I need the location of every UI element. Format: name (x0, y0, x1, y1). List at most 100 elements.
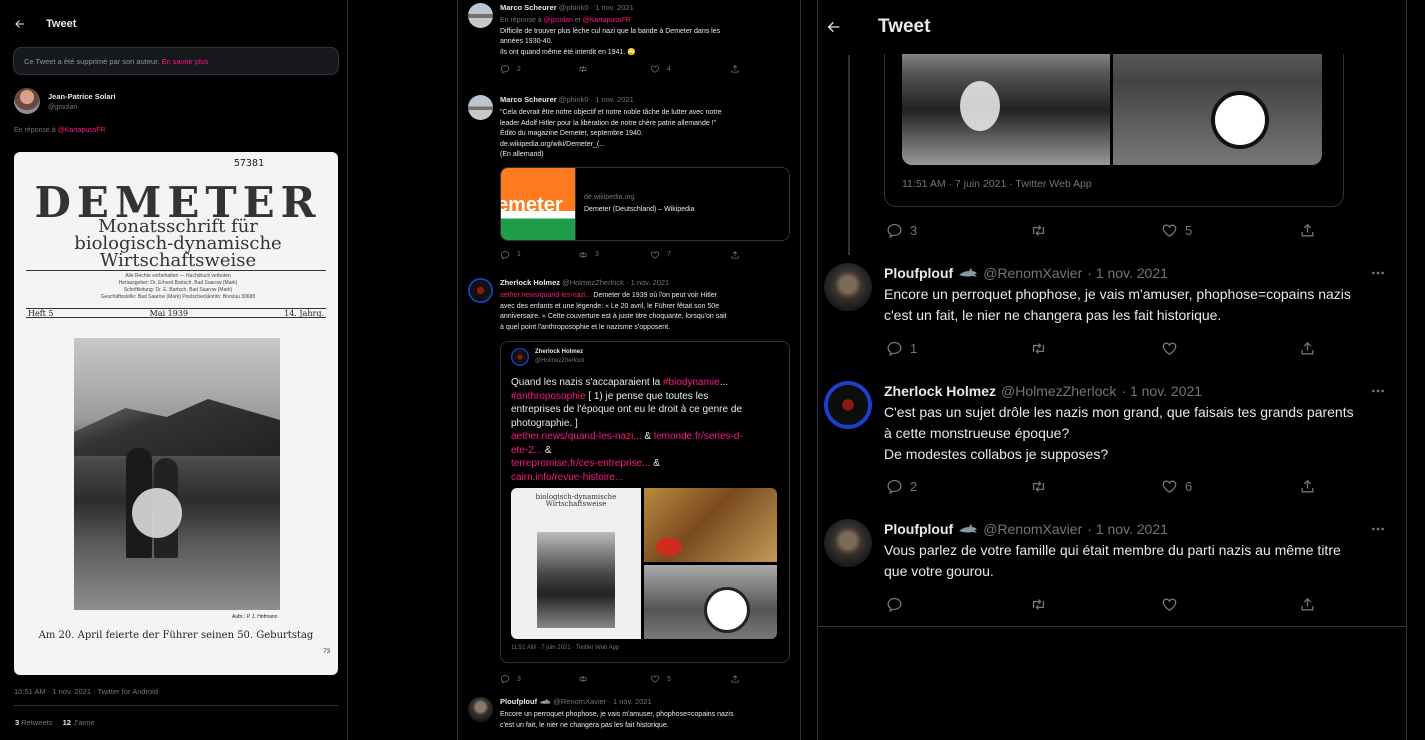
retweet-arrows-icon[interactable] (1030, 340, 1047, 357)
share-upload-icon[interactable] (1299, 340, 1316, 357)
reply-button[interactable]: 2 (886, 478, 1030, 495)
retweet-button[interactable] (1030, 478, 1161, 495)
tweet-date[interactable]: · 1 nov. 2021 (1087, 265, 1168, 281)
quoted-timestamp[interactable]: 11:51 AM · 7 juin 2021 · Twitter Web App (902, 178, 1092, 190)
reply-button[interactable] (886, 596, 1030, 613)
quoted-tweet[interactable]: Zherlock Holmez @HolmezZherlock Quand le… (500, 341, 790, 663)
retweets-count[interactable]: 3 (15, 718, 19, 727)
avatar[interactable] (468, 3, 493, 28)
retweet-arrows-icon[interactable] (1030, 478, 1047, 495)
wikipedia-link[interactable]: de.wikipedia.org/wiki/Demeter_(... (500, 140, 792, 151)
quoted-media-cover[interactable]: biologisch-dynamische Wirtschaftsweise (511, 488, 641, 639)
retweet-button[interactable] (578, 674, 650, 684)
hashtag-link[interactable]: #biodynamie (663, 377, 720, 388)
quoted-media-grid[interactable]: biologisch-dynamische Wirtschaftsweise (511, 488, 777, 639)
retweet-arrows-icon[interactable] (578, 250, 588, 260)
quoted-media-color-photo[interactable] (644, 488, 777, 562)
heart-icon[interactable] (1161, 596, 1178, 613)
tweet-date[interactable]: · 1 nov. 2021 (1121, 383, 1202, 399)
reply-mention[interactable]: @KartapussFR (583, 17, 631, 24)
quoted-media-train-photo[interactable] (644, 565, 777, 639)
quoted-author-name[interactable]: Zherlock Holmez (535, 348, 584, 357)
author-name[interactable]: Marco Scheurer (500, 3, 557, 12)
hashtag-link[interactable]: #anthroposophie (511, 391, 586, 402)
retweet-button[interactable]: 3 (578, 250, 650, 260)
like-button[interactable]: 4 (650, 64, 730, 74)
share-upload-icon[interactable] (1299, 222, 1316, 239)
share-button[interactable] (1299, 340, 1316, 357)
author-handle[interactable]: @HolmezZherlock · 1 nov. 2021 (562, 278, 669, 287)
author-name[interactable]: Marco Scheurer (500, 95, 557, 104)
tweet-date[interactable]: · 1 nov. 2021 (1087, 521, 1168, 537)
author-name[interactable]: Ploufplouf (884, 265, 953, 281)
heart-icon[interactable] (650, 674, 660, 684)
author-name[interactable]: Jean-Patrice Solari (48, 92, 116, 101)
author-name[interactable]: Ploufplouf (500, 697, 537, 706)
avatar[interactable] (468, 697, 493, 722)
speech-bubble-icon[interactable] (886, 222, 903, 239)
thread-tweet[interactable]: Marco Scheurer @phink0 · 1 nov. 2021 "Ce… (468, 95, 790, 267)
speech-bubble-icon[interactable] (500, 64, 510, 74)
reply-tweet[interactable]: Zherlock Holmez @HolmezZherlock · 1 nov.… (818, 373, 1407, 511)
share-button[interactable] (730, 64, 740, 74)
author-name[interactable]: Ploufplouf (884, 521, 953, 537)
author-name[interactable]: Zherlock Holmez (884, 383, 996, 399)
likes-label[interactable]: J'aime (73, 718, 94, 727)
tweet-timestamp[interactable]: 10:51 AM · 1 nov. 2021 · Twitter for And… (14, 687, 158, 696)
retweet-arrows-icon[interactable] (578, 674, 588, 684)
thread-tweet[interactable]: Zherlock Holmez @HolmezZherlock · 1 nov.… (468, 278, 790, 690)
heart-icon[interactable] (650, 64, 660, 74)
retweet-button[interactable] (1030, 596, 1161, 613)
retweet-button[interactable] (1030, 222, 1161, 239)
share-upload-icon[interactable] (730, 64, 740, 74)
like-button[interactable] (1161, 340, 1299, 357)
author-handle[interactable]: @RenomXavier (983, 521, 1082, 537)
speech-bubble-icon[interactable] (886, 340, 903, 357)
avatar[interactable] (511, 348, 529, 366)
retweet-arrows-icon[interactable] (1030, 222, 1047, 239)
avatar[interactable] (824, 381, 872, 429)
reply-mention[interactable]: @jpsolari (544, 17, 573, 24)
share-button[interactable] (730, 250, 740, 260)
share-upload-icon[interactable] (1299, 478, 1316, 495)
link-card[interactable]: emeter de.wikipedia.org Demeter (Deutsch… (500, 166, 790, 241)
author-handle[interactable]: @RenomXavier · 1 nov. 2021 (553, 697, 651, 706)
thread-tweet[interactable]: Marco Scheurer @phink0 · 1 nov. 2021 En … (468, 3, 790, 89)
retweet-arrows-icon[interactable] (578, 64, 588, 74)
heart-icon[interactable] (1161, 340, 1178, 357)
speech-bubble-icon[interactable] (886, 596, 903, 613)
retweet-arrows-icon[interactable] (1030, 596, 1047, 613)
more-dots-icon[interactable] (1370, 521, 1386, 537)
like-button[interactable]: 6 (1161, 478, 1299, 495)
retweet-button[interactable] (1030, 340, 1161, 357)
quoted-link[interactable]: ete-2... (511, 445, 542, 456)
share-upload-icon[interactable] (730, 674, 740, 684)
reply-button[interactable]: 3 (886, 222, 1030, 239)
author-name[interactable]: Zherlock Holmez (500, 278, 560, 287)
learn-more-link[interactable]: En savoir plus (161, 57, 208, 66)
quoted-link[interactable]: lemonde.fr/series-d- (654, 431, 743, 442)
author-handle[interactable]: @phink0 · 1 nov. 2021 (559, 95, 634, 104)
speech-bubble-icon[interactable] (500, 674, 510, 684)
heart-icon[interactable] (650, 250, 660, 260)
author-handle[interactable]: @phink0 · 1 nov. 2021 (559, 3, 634, 12)
heart-icon[interactable] (1161, 478, 1178, 495)
avatar[interactable] (468, 95, 493, 120)
share-button[interactable] (1299, 478, 1316, 495)
avatar[interactable] (824, 263, 872, 311)
reply-button[interactable]: 1 (886, 340, 1030, 357)
avatar[interactable] (14, 88, 40, 114)
like-button[interactable]: 5 (1161, 222, 1299, 239)
like-button[interactable]: 5 (650, 674, 730, 684)
speech-bubble-icon[interactable] (500, 250, 510, 260)
avatar[interactable] (468, 278, 493, 303)
aether-link[interactable]: aether.news/quand-les-nazi... (500, 292, 591, 299)
arrow-left-icon[interactable] (826, 19, 842, 35)
reply-mention[interactable]: @KartapussFR (58, 127, 106, 134)
quoted-link[interactable]: terrepromise.fr/ces-entreprise... (511, 458, 651, 469)
quoted-link[interactable]: aether.news/quand-les-nazi... (511, 431, 642, 442)
like-button[interactable] (1161, 596, 1299, 613)
share-button[interactable] (730, 674, 740, 684)
retweet-button[interactable] (578, 64, 650, 74)
share-button[interactable] (1299, 222, 1316, 239)
